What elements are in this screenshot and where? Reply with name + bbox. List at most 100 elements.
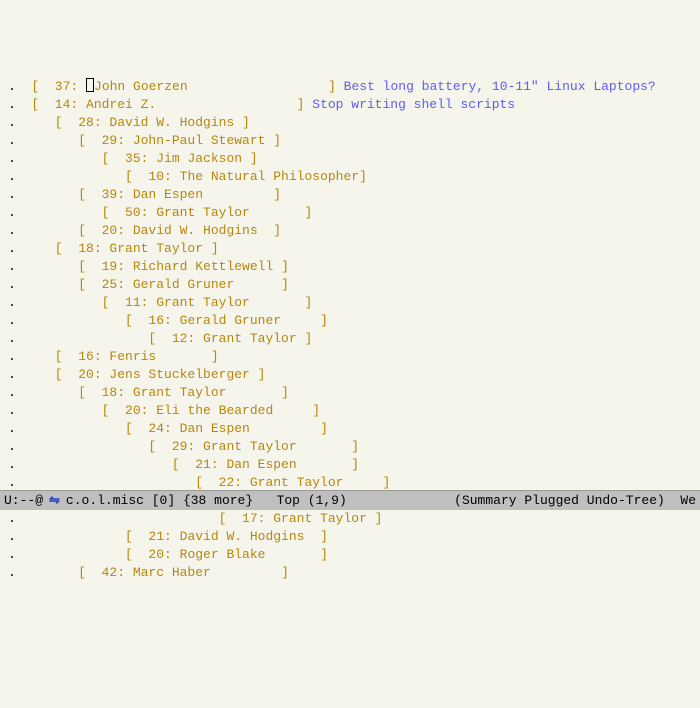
modeline-buffer: c.o.l.misc [0] {38 more} xyxy=(66,492,253,510)
author: Andrei Z. xyxy=(86,97,289,112)
mark: . xyxy=(8,457,31,472)
close-bracket: ] xyxy=(265,133,288,148)
mark: . xyxy=(8,349,31,364)
mark: . xyxy=(8,97,31,112)
thread-row[interactable]: . [ 35: Jim Jackson ] xyxy=(8,150,700,168)
author: Richard Kettlewell xyxy=(133,259,273,274)
mark: . xyxy=(8,565,31,580)
author: David W. Hodgins xyxy=(180,529,313,544)
mark: . xyxy=(8,403,31,418)
thread-row[interactable]: . [ 16: Fenris ] xyxy=(8,348,700,366)
author: Gerald Gruner xyxy=(180,313,313,328)
author: Grant Taylor xyxy=(203,331,297,346)
author: David W. Hodgins xyxy=(133,223,266,238)
modeline-right: (Summary Plugged Undo-Tree) We xyxy=(454,492,696,510)
author: Eli the Bearded xyxy=(156,403,304,418)
mark: . xyxy=(8,511,31,526)
mark: . xyxy=(8,223,31,238)
author: Grant Taylor xyxy=(250,475,375,490)
close-bracket: ] xyxy=(265,223,288,238)
mark: . xyxy=(8,115,31,130)
close-bracket: ] xyxy=(289,97,312,112)
mark: . xyxy=(8,277,31,292)
thread-row[interactable]: . [ 20: Jens Stuckelberger ] xyxy=(8,366,700,384)
close-bracket: ] xyxy=(265,187,288,202)
open-bracket: [ 24: xyxy=(31,421,179,436)
open-bracket: [ 20: xyxy=(31,547,179,562)
thread-row[interactable]: . [ 20: David W. Hodgins ] xyxy=(8,222,700,240)
open-bracket: [ 11: xyxy=(31,295,156,310)
thread-row[interactable]: . [ 20: Eli the Bearded ] xyxy=(8,402,700,420)
open-bracket: [ 20: xyxy=(31,367,109,382)
close-bracket: ] xyxy=(312,547,335,562)
thread-row[interactable]: . [ 37: John Goerzen ] Best long battery… xyxy=(8,78,700,96)
mark: . xyxy=(8,367,31,382)
open-bracket: [ 19: xyxy=(31,259,132,274)
subject: Stop writing shell scripts xyxy=(312,97,515,112)
thread-row[interactable]: . [ 29: Grant Taylor ] xyxy=(8,438,700,456)
close-bracket: ] xyxy=(359,169,367,184)
thread-row[interactable]: . [ 39: Dan Espen ] xyxy=(8,186,700,204)
mark: . xyxy=(8,241,31,256)
thread-row[interactable]: . [ 42: Marc Haber ] xyxy=(8,564,700,582)
close-bracket: ] xyxy=(297,331,320,346)
thread-row[interactable]: . [ 50: Grant Taylor ] xyxy=(8,204,700,222)
thread-row[interactable]: . [ 21: Dan Espen ] xyxy=(8,456,700,474)
open-bracket: [ 18: xyxy=(31,385,132,400)
open-bracket: [ 14: xyxy=(31,97,86,112)
close-bracket: ] xyxy=(320,79,343,94)
thread-row[interactable]: . [ 19: Richard Kettlewell ] xyxy=(8,258,700,276)
open-bracket: [ 16: xyxy=(31,313,179,328)
thread-row[interactable]: . [ 18: Grant Taylor ] xyxy=(8,384,700,402)
author: Grant Taylor xyxy=(273,511,367,526)
cursor xyxy=(86,78,94,92)
modeline-position: Top (1,9) xyxy=(277,492,347,510)
open-bracket: [ 21: xyxy=(31,529,179,544)
author: Dan Espen xyxy=(226,457,343,472)
close-bracket: ] xyxy=(242,151,265,166)
thread-row[interactable]: . [ 17: Grant Taylor ] xyxy=(8,510,700,528)
open-bracket: [ 35: xyxy=(31,151,156,166)
thread-row[interactable]: . [ 29: John-Paul Stewart ] xyxy=(8,132,700,150)
open-bracket: [ 25: xyxy=(31,277,132,292)
author: Gerald Gruner xyxy=(133,277,273,292)
open-bracket: [ 37: xyxy=(31,79,86,94)
open-bracket: [ 39: xyxy=(31,187,132,202)
open-bracket: [ 16: xyxy=(31,349,109,364)
thread-row[interactable]: . [ 24: Dan Espen ] xyxy=(8,420,700,438)
thread-row[interactable]: . [ 16: Gerald Gruner ] xyxy=(8,312,700,330)
thread-row[interactable]: . [ 10: The Natural Philosopher] xyxy=(8,168,700,186)
open-bracket: [ 21: xyxy=(31,457,226,472)
author: Grant Taylor xyxy=(203,439,343,454)
author: Dan Espen xyxy=(133,187,266,202)
mark: . xyxy=(8,187,31,202)
close-bracket: ] xyxy=(203,241,226,256)
mark: . xyxy=(8,439,31,454)
mark: . xyxy=(8,133,31,148)
close-bracket: ] xyxy=(297,295,320,310)
close-bracket: ] xyxy=(367,511,390,526)
thread-row[interactable]: . [ 18: Grant Taylor ] xyxy=(8,240,700,258)
mark: . xyxy=(8,205,31,220)
mark: . xyxy=(8,79,31,94)
thread-row[interactable]: . [ 14: Andrei Z. ] Stop writing shell s… xyxy=(8,96,700,114)
author: Grant Taylor xyxy=(133,385,273,400)
author: David W. Hodgins xyxy=(109,115,234,130)
close-bracket: ] xyxy=(273,277,296,292)
thread-row[interactable]: . [ 11: Grant Taylor ] xyxy=(8,294,700,312)
thread-row[interactable]: . [ 25: Gerald Gruner ] xyxy=(8,276,700,294)
mark: . xyxy=(8,313,31,328)
thread-row[interactable]: . [ 28: David W. Hodgins ] xyxy=(8,114,700,132)
close-bracket: ] xyxy=(343,439,366,454)
open-bracket: [ 22: xyxy=(31,475,249,490)
author: Jim Jackson xyxy=(156,151,242,166)
mode-line: U:--@ ⇋ c.o.l.misc [0] {38 more} Top (1,… xyxy=(0,490,700,510)
open-bracket: [ 20: xyxy=(31,223,132,238)
mark: . xyxy=(8,169,31,184)
open-bracket: [ 12: xyxy=(31,331,203,346)
open-bracket: [ 18: xyxy=(31,241,109,256)
thread-row[interactable]: . [ 20: Roger Blake ] xyxy=(8,546,700,564)
thread-row[interactable]: . [ 21: David W. Hodgins ] xyxy=(8,528,700,546)
thread-row[interactable]: . [ 12: Grant Taylor ] xyxy=(8,330,700,348)
author: Dan Espen xyxy=(180,421,313,436)
